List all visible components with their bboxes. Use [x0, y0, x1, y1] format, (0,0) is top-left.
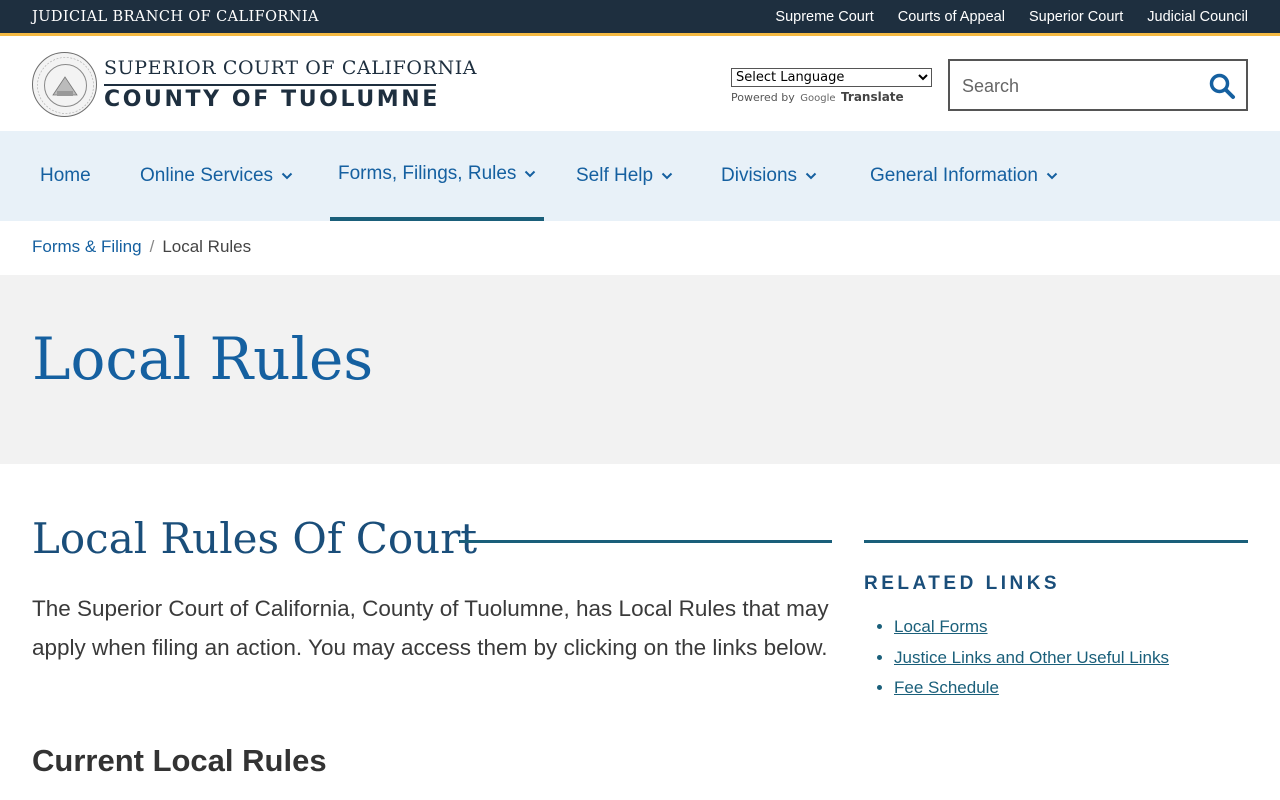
- breadcrumb-current: Local Rules: [162, 237, 252, 256]
- court-name-line1[interactable]: SUPERIOR COURT OF CALIFORNIA: [104, 57, 477, 79]
- related-links-heading: RELATED LINKS: [864, 573, 1061, 594]
- nav-item-general-information[interactable]: General Information: [870, 131, 1058, 221]
- court-seal-icon[interactable]: [32, 52, 97, 117]
- nav-item-label: General Information: [870, 165, 1038, 186]
- judicial-branch-label: JUDICIAL BRANCH OF CALIFORNIA: [32, 9, 319, 25]
- search-icon[interactable]: [1208, 72, 1236, 100]
- related-links-list: Local Forms Justice Links and Other Usef…: [894, 612, 1169, 704]
- nav-item-self-help[interactable]: Self Help: [576, 131, 673, 221]
- related-link-local-forms[interactable]: Local Forms: [894, 617, 988, 636]
- list-item: Justice Links and Other Useful Links: [894, 643, 1169, 674]
- nav-item-online-services[interactable]: Online Services: [140, 131, 293, 221]
- top-link-superior-court[interactable]: Superior Court: [1029, 9, 1123, 25]
- nav-item-label: Home: [40, 165, 91, 186]
- seal-graphic: [37, 57, 94, 114]
- related-link-justice-links[interactable]: Justice Links and Other Useful Links: [894, 648, 1169, 667]
- nav-item-label: Online Services: [140, 165, 274, 186]
- section-heading-rule: [459, 540, 832, 543]
- powered-by-google-translate: Powered by Google Translate: [731, 90, 904, 104]
- page-title-band: Local Rules: [0, 275, 1280, 464]
- chevron-down-icon: [805, 172, 817, 180]
- nav-item-label: Self Help: [576, 165, 654, 186]
- related-link-fee-schedule[interactable]: Fee Schedule: [894, 678, 999, 697]
- top-links: Supreme Court Courts of Appeal Superior …: [775, 9, 1248, 25]
- section-heading: Local Rules Of Court: [32, 514, 478, 563]
- sidebar-rule: [864, 540, 1248, 543]
- page-title: Local Rules: [32, 325, 374, 393]
- search-box: [948, 59, 1248, 111]
- main-navigation: Home Online Services Forms, Filings, Rul…: [0, 131, 1280, 221]
- nav-item-label: Forms, Filings, Rules: [338, 163, 517, 184]
- chevron-down-icon: [281, 172, 293, 180]
- intro-paragraph: The Superior Court of California, County…: [32, 596, 829, 660]
- top-link-courts-of-appeal[interactable]: Courts of Appeal: [898, 9, 1005, 25]
- list-item: Local Forms: [894, 612, 1169, 643]
- breadcrumb-link-forms-filing[interactable]: Forms & Filing: [32, 237, 142, 256]
- translate-link[interactable]: Translate: [841, 90, 904, 104]
- top-link-judicial-council[interactable]: Judicial Council: [1147, 9, 1248, 25]
- court-name-divider: [104, 84, 436, 86]
- list-item: Fee Schedule: [894, 673, 1169, 704]
- chevron-down-icon: [1046, 172, 1058, 180]
- site-header: SUPERIOR COURT OF CALIFORNIA COUNTY OF T…: [0, 39, 1280, 131]
- language-select[interactable]: Select Language: [731, 68, 932, 87]
- court-name-line2[interactable]: COUNTY OF TUOLUMNE: [104, 87, 440, 112]
- search-input[interactable]: [962, 73, 1202, 99]
- google-logo-text: Google: [800, 93, 836, 104]
- nav-item-divisions[interactable]: Divisions: [721, 131, 817, 221]
- breadcrumb: Forms & Filing / Local Rules: [32, 237, 251, 257]
- chevron-down-icon: [525, 170, 536, 178]
- breadcrumb-separator: /: [149, 237, 155, 256]
- nav-item-forms-filings-rules[interactable]: Forms, Filings, Rules: [330, 131, 545, 221]
- top-link-supreme-court[interactable]: Supreme Court: [775, 9, 873, 25]
- powered-by-label: Powered by: [731, 91, 795, 104]
- nav-item-label: Divisions: [721, 165, 798, 186]
- current-rules-heading: Current Local Rules: [32, 743, 327, 778]
- nav-item-home[interactable]: Home: [40, 131, 91, 221]
- top-bar: JUDICIAL BRANCH OF CALIFORNIA Supreme Co…: [0, 0, 1280, 36]
- chevron-down-icon: [661, 172, 673, 180]
